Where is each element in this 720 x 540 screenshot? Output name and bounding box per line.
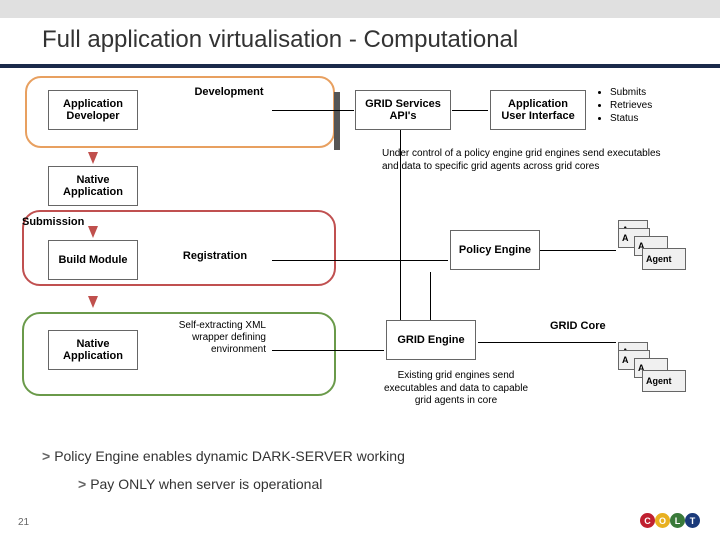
box-app-ui: Application User Interface bbox=[490, 90, 586, 130]
box-agent: Agent bbox=[642, 248, 686, 270]
box-grid-engine: GRID Engine bbox=[386, 320, 476, 360]
connector-line bbox=[272, 110, 354, 111]
colt-logo: C O L T bbox=[640, 513, 700, 528]
arrow-down-icon bbox=[88, 226, 98, 238]
gridcore-label: GRID Core bbox=[550, 320, 606, 332]
logo-letter: O bbox=[655, 513, 670, 528]
footer-text-2: Pay ONLY when server is operational bbox=[90, 476, 322, 492]
logo-letter: T bbox=[685, 513, 700, 528]
connector-line bbox=[430, 272, 431, 320]
ui-bullets: Submits Retrieves Status bbox=[598, 86, 652, 125]
logo-letter: L bbox=[670, 513, 685, 528]
footer-bullet-2: >Pay ONLY when server is operational bbox=[78, 476, 322, 492]
box-native-app-2: Native Application bbox=[48, 330, 138, 370]
bullet-submits: Submits bbox=[610, 86, 652, 99]
arrow-down-icon bbox=[88, 296, 98, 308]
development-label: Development bbox=[184, 86, 274, 98]
selfextract-label: Self-extracting XML wrapper defining env… bbox=[168, 320, 266, 356]
registration-label: Registration bbox=[170, 250, 260, 262]
box-policy-engine: Policy Engine bbox=[450, 230, 540, 270]
box-agent: Agent bbox=[642, 370, 686, 392]
policy-note: Under control of a policy engine grid en… bbox=[382, 148, 662, 173]
connector-line bbox=[272, 260, 448, 261]
bullet-status: Status bbox=[610, 112, 652, 125]
agent-stack-top: A A A Agent bbox=[618, 220, 690, 280]
box-app-developer: Application Developer bbox=[48, 90, 138, 130]
diagram-area: Application Developer Development GRID S… bbox=[0, 68, 720, 488]
connector-line bbox=[272, 350, 384, 351]
box-grid-services: GRID Services API's bbox=[355, 90, 451, 130]
existing-note: Existing grid engines send executables a… bbox=[376, 370, 536, 408]
connector-line bbox=[452, 110, 488, 111]
header-bar bbox=[0, 0, 720, 18]
arrow-down-icon bbox=[88, 152, 98, 164]
slide-title: Full application virtualisation - Comput… bbox=[0, 18, 720, 68]
connector-line bbox=[478, 342, 616, 343]
box-native-app-1: Native Application bbox=[48, 166, 138, 206]
connector-line bbox=[400, 130, 401, 320]
footer-text-1: Policy Engine enables dynamic DARK-SERVE… bbox=[54, 448, 405, 464]
dark-tab bbox=[334, 92, 340, 150]
footer-bullet-1: >Policy Engine enables dynamic DARK-SERV… bbox=[42, 448, 405, 464]
connector-line bbox=[540, 250, 616, 251]
logo-letter: C bbox=[640, 513, 655, 528]
page-number: 21 bbox=[18, 517, 29, 528]
bullet-retrieves: Retrieves bbox=[610, 99, 652, 112]
box-build-module: Build Module bbox=[48, 240, 138, 280]
submission-label: Submission bbox=[22, 216, 84, 228]
agent-stack-bottom: A A A Agent bbox=[618, 342, 690, 402]
